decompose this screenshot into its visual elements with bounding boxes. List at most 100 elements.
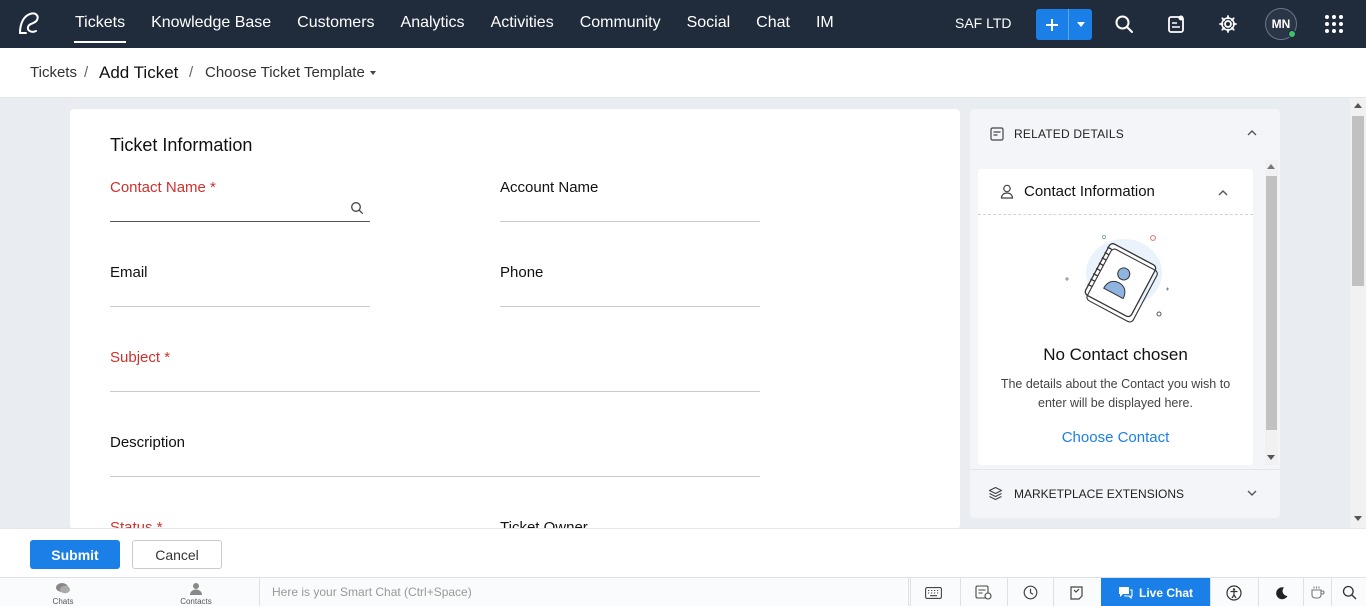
moon-icon [1275, 586, 1287, 599]
history-button[interactable] [1007, 578, 1053, 606]
subject-input-line[interactable] [110, 391, 760, 392]
empty-state-description: The details about the Contact you wish t… [1000, 377, 1231, 410]
email-field[interactable]: Email [110, 264, 370, 307]
ticket-template-dropdown[interactable]: Choose Ticket Template [205, 64, 376, 81]
description-field[interactable]: Description [110, 434, 760, 477]
account-name-field[interactable]: Account Name [500, 179, 760, 222]
layers-icon [988, 486, 1003, 501]
breadcrumb-separator: / [189, 64, 194, 81]
section-title: Ticket Information [110, 135, 253, 155]
email-input-line[interactable] [110, 306, 370, 307]
description-input-line[interactable] [110, 476, 760, 477]
contact-information-header[interactable]: Contact Information [978, 169, 1253, 215]
main-nav: Tickets Knowledge Base Customers Analyti… [62, 0, 847, 48]
chat-bubbles-icon [56, 583, 70, 594]
related-details-header[interactable]: RELATED DETAILS [970, 109, 1280, 159]
ticket-template-label: Choose Ticket Template [205, 64, 365, 81]
clock-icon [1023, 585, 1038, 600]
online-status-dot [1288, 30, 1296, 38]
ticket-form: Ticket Information Contact Name * Accoun… [70, 109, 960, 529]
marketplace-extensions-title: MARKETPLACE EXTENSIONS [1014, 486, 1185, 501]
search-icon[interactable] [1114, 14, 1134, 34]
settings-gear-icon[interactable] [1218, 14, 1238, 34]
contact-name-label: Contact Name * [110, 179, 216, 196]
chevron-up-icon[interactable] [1247, 129, 1257, 136]
user-avatar[interactable]: MN [1265, 8, 1297, 40]
contact-information-card: Contact Information No Contact chosen Th… [978, 169, 1253, 465]
contact-search-icon[interactable] [350, 201, 364, 215]
search-icon [1342, 585, 1356, 600]
contacts-icon [190, 583, 202, 595]
quick-add-button[interactable] [1036, 9, 1092, 40]
scroll-up-arrow-icon[interactable] [1267, 164, 1275, 169]
accessibility-icon [1225, 584, 1242, 601]
nav-customers[interactable]: Customers [284, 0, 387, 48]
contact-name-input-line[interactable] [110, 221, 370, 222]
phone-input-line[interactable] [500, 306, 760, 307]
nav-social[interactable]: Social [674, 0, 744, 48]
page-title: Add Ticket [99, 63, 179, 82]
nav-analytics[interactable]: Analytics [388, 0, 478, 48]
global-search-button[interactable] [1331, 578, 1366, 606]
notes-button[interactable] [1053, 578, 1099, 606]
nav-im[interactable]: IM [803, 0, 847, 48]
breadcrumb-tickets-link[interactable]: Tickets [30, 64, 77, 81]
account-name-label: Account Name [500, 179, 599, 196]
breadcrumb-separator: / [84, 64, 89, 81]
live-chat-button[interactable]: Live Chat [1101, 578, 1210, 606]
scroll-up-arrow-icon[interactable] [1354, 103, 1362, 108]
nav-activities[interactable]: Activities [478, 0, 567, 48]
cancel-button[interactable]: Cancel [132, 540, 222, 569]
nav-community[interactable]: Community [567, 0, 674, 48]
subject-field[interactable]: Subject * [110, 349, 760, 392]
submit-button[interactable]: Submit [30, 540, 120, 569]
nav-tickets[interactable]: Tickets [62, 0, 138, 48]
chats-tab[interactable]: Chats [28, 578, 98, 606]
related-details-title: RELATED DETAILS [1014, 127, 1124, 141]
chats-tab-label: Chats [52, 597, 74, 606]
notifications-icon[interactable] [1166, 14, 1186, 34]
contact-information-title: Contact Information [1024, 183, 1155, 200]
choose-contact-link[interactable]: Choose Contact [978, 429, 1253, 446]
contacts-tab[interactable]: Contacts [161, 578, 231, 606]
feedback-button[interactable] [1303, 578, 1331, 606]
chevron-up-icon[interactable] [1218, 189, 1228, 196]
nav-knowledge-base[interactable]: Knowledge Base [138, 0, 284, 48]
nav-chat[interactable]: Chat [743, 0, 803, 48]
dark-mode-button[interactable] [1258, 578, 1304, 606]
live-chat-label: Live Chat [1138, 585, 1193, 600]
top-navigation-bar: Tickets Knowledge Base Customers Analyti… [0, 0, 1366, 48]
app-logo-icon[interactable] [16, 11, 42, 37]
email-label: Email [110, 264, 148, 281]
subject-label: Subject * [110, 349, 171, 366]
contact-name-field[interactable]: Contact Name * [110, 179, 370, 222]
smart-chat-input[interactable]: Here is your Smart Chat (Ctrl+Space) [259, 578, 909, 606]
related-panel-scroll-thumb[interactable] [1266, 176, 1277, 430]
phone-field[interactable]: Phone [500, 264, 760, 307]
keyboard-shortcuts-button[interactable] [910, 578, 956, 606]
scroll-down-arrow-icon[interactable] [1267, 455, 1275, 460]
breadcrumb: Tickets / Add Ticket / Choose Ticket Tem… [0, 48, 1366, 98]
form-action-bar: Submit Cancel [0, 528, 1366, 577]
plus-icon[interactable] [1036, 9, 1068, 40]
bookmark-note-icon [1070, 586, 1083, 600]
avatar-initials: MN [1271, 17, 1291, 31]
marketplace-extensions-header[interactable]: MARKETPLACE EXTENSIONS [970, 469, 1280, 517]
keyboard-icon [925, 586, 942, 599]
ticket-status-button[interactable] [960, 578, 1006, 606]
page-scroll-thumb[interactable] [1352, 116, 1364, 286]
caret-down-icon [369, 71, 376, 76]
account-name-input-line[interactable] [500, 221, 760, 222]
chevron-down-icon[interactable] [1247, 490, 1257, 497]
apps-grid-icon[interactable] [1324, 14, 1344, 34]
coffee-cup-icon [1311, 586, 1325, 599]
chevron-down-icon[interactable] [1068, 9, 1092, 40]
empty-contact-illustration [1065, 234, 1169, 323]
scroll-down-arrow-icon[interactable] [1354, 516, 1362, 521]
checklist-icon [975, 585, 992, 600]
accessibility-button[interactable] [1210, 578, 1256, 606]
user-icon [1000, 184, 1014, 199]
live-chat-icon [1118, 587, 1133, 599]
organization-switcher[interactable]: SAF LTD [955, 15, 1012, 31]
related-details-panel: RELATED DETAILS Contact Information No C… [970, 109, 1280, 518]
